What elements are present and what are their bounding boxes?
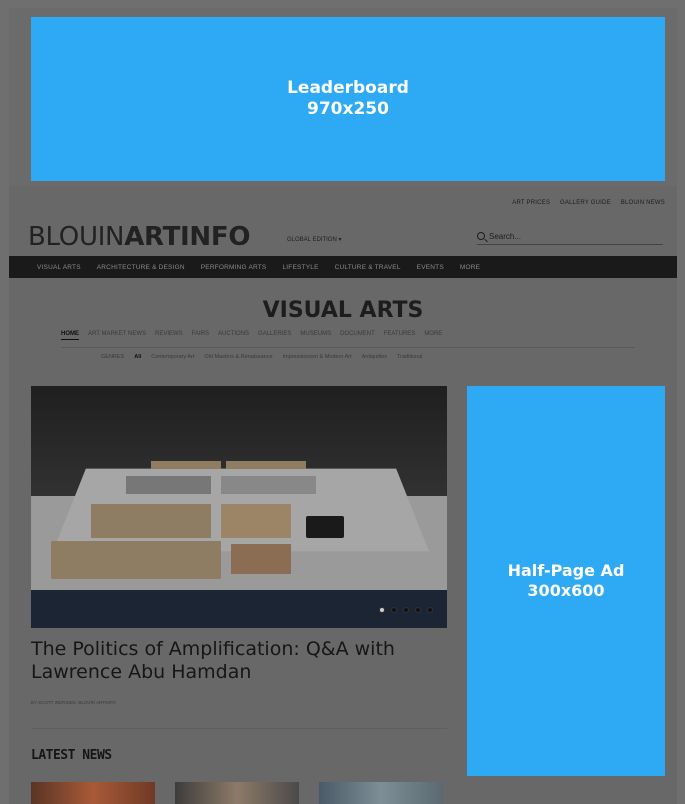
search-input[interactable]: Search... bbox=[489, 232, 521, 241]
nav-visual-arts[interactable]: VISUAL ARTS bbox=[37, 264, 81, 271]
slide-dot[interactable] bbox=[379, 607, 385, 613]
nav-architecture-design[interactable]: ARCHITECTURE & DESIGN bbox=[97, 264, 185, 271]
subnav-reviews[interactable]: REVIEWS bbox=[155, 331, 183, 340]
subnav-fairs[interactable]: FAIRS bbox=[192, 331, 209, 340]
leaderboard-ad[interactable]: Leaderboard 970x250 bbox=[31, 17, 665, 181]
hero-paper bbox=[221, 504, 291, 538]
search-field[interactable]: Search... bbox=[477, 232, 663, 245]
subnav-galleries[interactable]: GALLERIES bbox=[258, 331, 291, 340]
toplink-blouin-news[interactable]: BLOUIN NEWS bbox=[621, 200, 665, 206]
divider bbox=[31, 728, 447, 729]
latest-news-thumbnails bbox=[31, 782, 443, 804]
news-thumbnail[interactable] bbox=[175, 782, 299, 804]
slide-dot[interactable] bbox=[427, 607, 433, 613]
genre-filters: GENRES All Contemporary Art Old Masters … bbox=[101, 354, 423, 360]
site-logo[interactable]: BLOUINARTINFO bbox=[28, 222, 250, 252]
site: ART PRICES GALLERY GUIDE BLOUIN NEWS BLO… bbox=[9, 186, 677, 804]
chevron-down-icon: ▾ bbox=[338, 237, 342, 243]
feature-byline: BY SCOTT INDRISEK, BLOUIN ARTINFO bbox=[31, 700, 116, 705]
latest-news-heading: LATEST NEWS bbox=[31, 748, 112, 763]
nav-events[interactable]: EVENTS bbox=[417, 264, 444, 271]
section-subnav: HOME ART MARKET NEWS REVIEWS FAIRS AUCTI… bbox=[61, 331, 635, 348]
slide-dots bbox=[379, 607, 433, 613]
nav-performing-arts[interactable]: PERFORMING ARTS bbox=[201, 264, 267, 271]
subnav-features[interactable]: FEATURES bbox=[384, 331, 416, 340]
hero-paper bbox=[231, 544, 291, 574]
subnav-more[interactable]: MORE bbox=[424, 331, 442, 340]
slide-dot[interactable] bbox=[415, 607, 421, 613]
hero-paper bbox=[226, 461, 306, 469]
hero-paper bbox=[51, 541, 221, 579]
half-page-ad[interactable]: Half-Page Ad 300x600 bbox=[467, 386, 665, 776]
logo-bold: ARTINFO bbox=[124, 222, 251, 252]
slide-dot[interactable] bbox=[391, 607, 397, 613]
subnav-auctions[interactable]: AUCTIONS bbox=[218, 331, 249, 340]
nav-lifestyle[interactable]: LIFESTYLE bbox=[282, 264, 318, 271]
toplink-gallery-guide[interactable]: GALLERY GUIDE bbox=[560, 200, 611, 206]
subnav-museums[interactable]: MUSEUMS bbox=[300, 331, 331, 340]
filter-contemporary[interactable]: Contemporary Art bbox=[151, 354, 194, 360]
logo-light: BLOUIN bbox=[28, 222, 125, 252]
subnav-home[interactable]: HOME bbox=[61, 331, 79, 340]
filter-antiquities[interactable]: Antiquities bbox=[362, 354, 387, 360]
hero-paper bbox=[91, 504, 211, 538]
feature-headline[interactable]: The Politics of Amplification: Q&A with … bbox=[31, 638, 447, 684]
edition-label: GLOBAL EDITION bbox=[287, 237, 337, 243]
slideshow-controls bbox=[31, 590, 447, 628]
page: Leaderboard 970x250 ART PRICES GALLERY G… bbox=[9, 8, 677, 804]
news-thumbnail[interactable] bbox=[31, 782, 155, 804]
filter-traditional[interactable]: Traditional bbox=[397, 354, 422, 360]
news-thumbnail[interactable] bbox=[319, 782, 443, 804]
top-links: ART PRICES GALLERY GUIDE BLOUIN NEWS bbox=[512, 200, 665, 206]
hero-device bbox=[306, 516, 344, 538]
half-page-ad-label: Half-Page Ad bbox=[507, 561, 625, 580]
toplink-art-prices[interactable]: ART PRICES bbox=[512, 200, 550, 206]
filter-all[interactable]: All bbox=[134, 354, 141, 360]
hero-paper bbox=[221, 476, 316, 494]
filter-impressionism[interactable]: Impressionism & Modern Art bbox=[283, 354, 352, 360]
leaderboard-ad-size: 970x250 bbox=[307, 99, 389, 119]
subnav-art-market-news[interactable]: ART MARKET NEWS bbox=[88, 331, 146, 340]
slide-dot[interactable] bbox=[403, 607, 409, 613]
main-nav: VISUAL ARTS ARCHITECTURE & DESIGN PERFOR… bbox=[9, 256, 677, 278]
leaderboard-ad-label: Leaderboard bbox=[287, 78, 409, 98]
hero-paper bbox=[151, 461, 221, 469]
nav-culture-travel[interactable]: CULTURE & TRAVEL bbox=[335, 264, 401, 271]
nav-more[interactable]: MORE bbox=[460, 264, 480, 271]
search-icon[interactable] bbox=[477, 232, 485, 240]
section-title: VISUAL ARTS bbox=[262, 298, 424, 323]
hero-paper bbox=[126, 476, 211, 494]
subnav-document[interactable]: DOCUMENT bbox=[340, 331, 375, 340]
filter-label: GENRES bbox=[101, 354, 125, 360]
edition-selector[interactable]: GLOBAL EDITION ▾ bbox=[287, 236, 341, 243]
half-page-ad-size: 300x600 bbox=[527, 581, 605, 600]
feature-image[interactable] bbox=[31, 386, 447, 590]
filter-old-masters[interactable]: Old Masters & Renaissance bbox=[204, 354, 272, 360]
